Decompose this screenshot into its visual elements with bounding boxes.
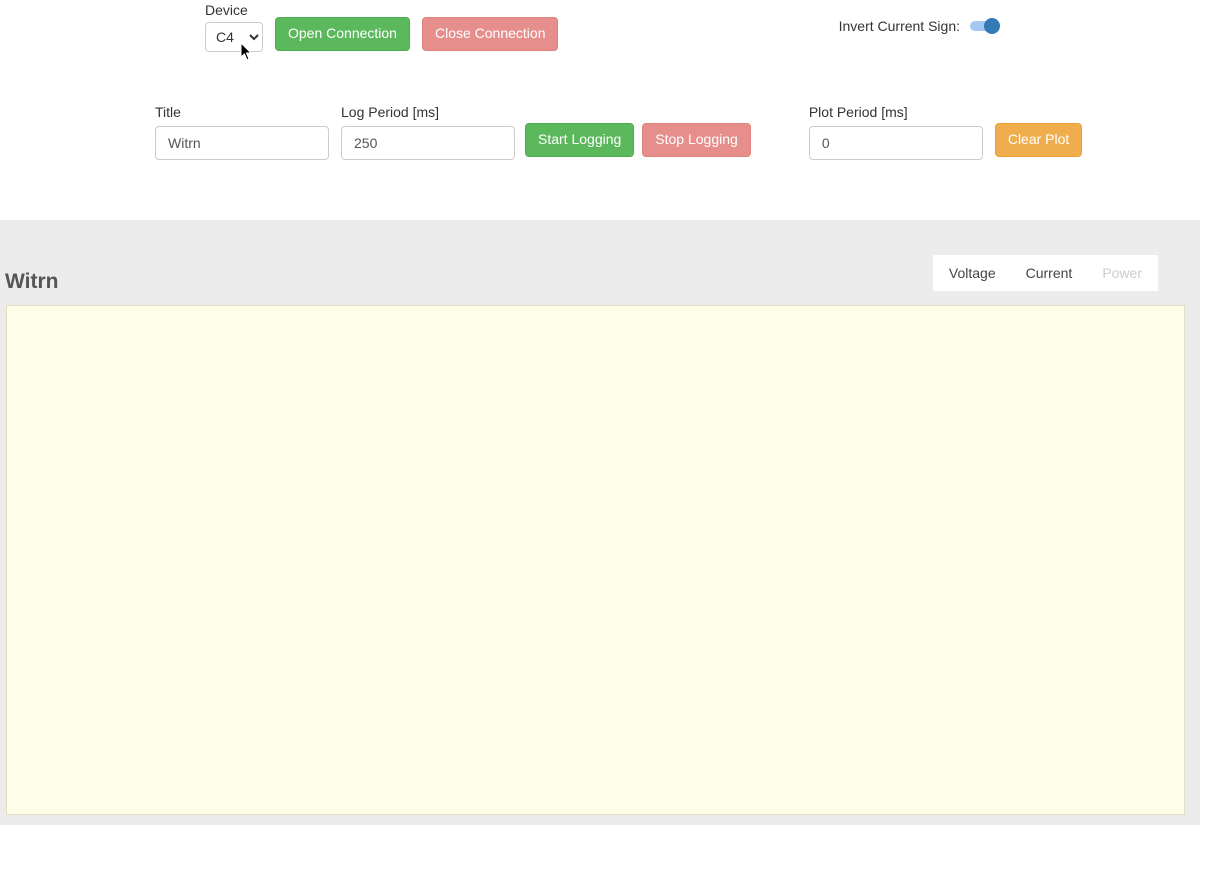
- toggle-thumb: [984, 18, 1000, 34]
- legend-voltage[interactable]: Voltage: [949, 265, 996, 281]
- plot-section: Witrn Voltage Current Power: [0, 220, 1200, 825]
- plot-period-label: Plot Period [ms]: [809, 104, 983, 120]
- invert-toggle[interactable]: [970, 18, 1000, 34]
- legend-power[interactable]: Power: [1102, 265, 1142, 281]
- invert-label: Invert Current Sign:: [839, 18, 960, 34]
- open-connection-button[interactable]: Open Connection: [275, 17, 410, 51]
- title-label: Title: [155, 104, 329, 120]
- plot-legend: Voltage Current Power: [933, 255, 1158, 291]
- title-field: Title: [155, 104, 329, 160]
- stop-logging-button[interactable]: Stop Logging: [642, 123, 751, 157]
- plot-period-input[interactable]: [809, 126, 983, 160]
- device-field: Device C4: [205, 2, 263, 52]
- title-input[interactable]: [155, 126, 329, 160]
- log-period-input[interactable]: [341, 126, 515, 160]
- plot-title: Witrn: [5, 270, 58, 294]
- log-period-label: Log Period [ms]: [341, 104, 515, 120]
- clear-plot-button[interactable]: Clear Plot: [995, 123, 1082, 157]
- start-logging-button[interactable]: Start Logging: [525, 123, 634, 157]
- log-period-field: Log Period [ms]: [341, 104, 515, 160]
- device-select[interactable]: C4: [205, 22, 263, 52]
- device-label: Device: [205, 2, 263, 18]
- plot-area[interactable]: [6, 305, 1185, 815]
- close-connection-button[interactable]: Close Connection: [422, 17, 559, 51]
- plot-period-field: Plot Period [ms]: [809, 104, 983, 160]
- legend-current[interactable]: Current: [1026, 265, 1073, 281]
- invert-current-sign: Invert Current Sign:: [839, 18, 1000, 34]
